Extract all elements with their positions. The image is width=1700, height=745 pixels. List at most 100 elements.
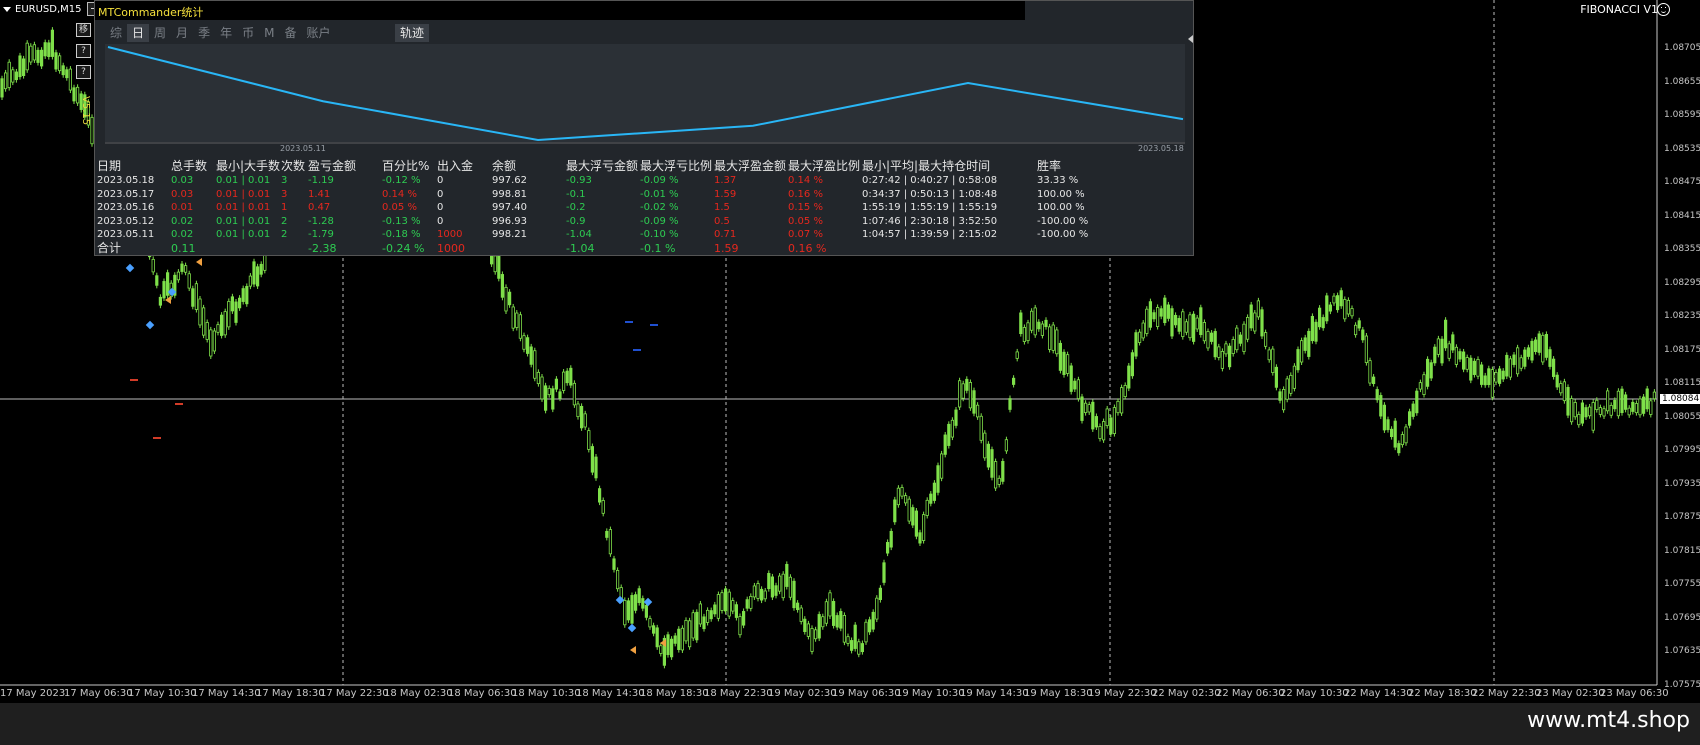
candle-body [1112,407,1116,434]
candle-body [922,514,926,541]
time-tick-label: 19 May 02:30 [768,688,837,699]
candle-body [680,627,685,651]
candle-body [68,68,72,91]
candle-body [1289,374,1293,394]
candle-body [162,281,166,299]
current-price-label: 1.08084 [1660,394,1700,404]
candle-body [940,453,944,479]
candle-body [601,500,605,514]
candle-body [958,380,962,408]
candle-body [1004,439,1009,452]
candle-body [1076,379,1080,399]
price-tick-label: 1.08475 [1664,177,1700,187]
tab-2[interactable]: 周 [149,24,171,42]
candle-body [1530,340,1534,361]
panel-title-bar[interactable]: MTCommander统计 [95,1,1025,20]
smiley-icon [1657,3,1670,16]
candle-body [255,266,260,287]
tab-0[interactable]: 综 [105,24,127,42]
candle-body [756,583,760,599]
candle-body [180,263,184,272]
tab-3[interactable]: 月 [171,24,193,42]
candle-body [1415,390,1419,414]
table-cell: 0.01 | 0.01 [216,215,271,227]
candle-body [1411,403,1415,417]
candle-body [742,611,746,626]
table-cell: -1.79 [308,229,334,241]
table-cell: -0.1 [566,188,586,200]
candle-body [1202,322,1206,342]
time-tick-label: 22 May 22:30 [1472,688,1541,699]
candle-body [792,580,796,609]
candle-body [1040,323,1044,336]
candle-body [1418,382,1422,390]
tab-5[interactable]: 年 [215,24,237,42]
table-cell: -0.13 % [382,215,421,227]
candle-body [796,602,800,611]
tab-6[interactable]: 币 [237,24,259,42]
candle-body [936,465,940,493]
tab-1[interactable]: 日 [127,24,150,42]
tab-trajectory[interactable]: 轨迹 [395,24,430,42]
candle-body [734,604,739,618]
collapse-arrow-icon[interactable] [1188,35,1193,43]
candle-body [598,488,602,503]
candle-body [1220,350,1224,369]
candle-body [1292,365,1296,389]
tab-9[interactable]: 账户 [301,24,335,42]
price-tick-label: 1.07875 [1664,512,1700,522]
candle-body [194,283,198,310]
candle-body [907,498,911,522]
candle-body [1627,407,1631,416]
candle-body [540,376,544,400]
candle-body [29,45,33,63]
candle-body [1595,399,1599,411]
table-cell: 2023.05.18 [97,175,155,186]
candle-body [666,634,670,656]
tab-8[interactable]: 备 [279,24,301,42]
table-cell: 0 [437,202,444,214]
candle-body [1642,396,1646,414]
candle-body [4,72,8,90]
candle-body [720,592,724,611]
side-button-info[interactable]: ? [76,65,91,79]
total-cell: -0.24 % [382,241,425,255]
side-button-move[interactable]: 移 [76,23,91,37]
candle-body [1602,408,1606,417]
candle-body [1537,333,1541,353]
tab-7[interactable]: M [259,24,279,42]
candle-body [799,607,803,622]
candle-body [1303,337,1307,351]
table-cell: 0 [437,215,444,227]
candle-body [1116,400,1120,414]
candle-body [1519,357,1523,369]
total-cell [1037,242,1107,256]
table-cell: 33.33 % [1037,175,1079,186]
candle-body [151,258,155,273]
column-header: 最大浮亏比例 [640,159,713,173]
candle-body [1624,394,1628,410]
candle-body [1566,387,1570,416]
time-tick-label: 19 May 22:30 [1088,688,1157,699]
candle-body [968,382,973,409]
side-button-help[interactable]: ? [76,44,91,58]
candle-body [1084,402,1088,414]
tab-4[interactable]: 季 [193,24,215,42]
candle-body [1026,322,1030,342]
candle-body [882,562,886,583]
candle-body [691,612,695,639]
candle-body [637,588,641,603]
candle-body [544,385,548,411]
candle-body [875,597,879,620]
candle-body [219,314,224,336]
symbol-bar[interactable]: EURUSD,M15 [0,0,104,18]
candle-body [1631,401,1635,412]
candle-body [839,611,843,629]
candle-body [817,614,821,639]
candle-body [1364,335,1368,363]
price-tick-label: 1.07635 [1664,646,1700,656]
chevron-down-icon[interactable] [3,6,11,12]
candle-body [1541,334,1545,363]
candle-body [1490,369,1494,398]
candle-body [731,600,735,612]
